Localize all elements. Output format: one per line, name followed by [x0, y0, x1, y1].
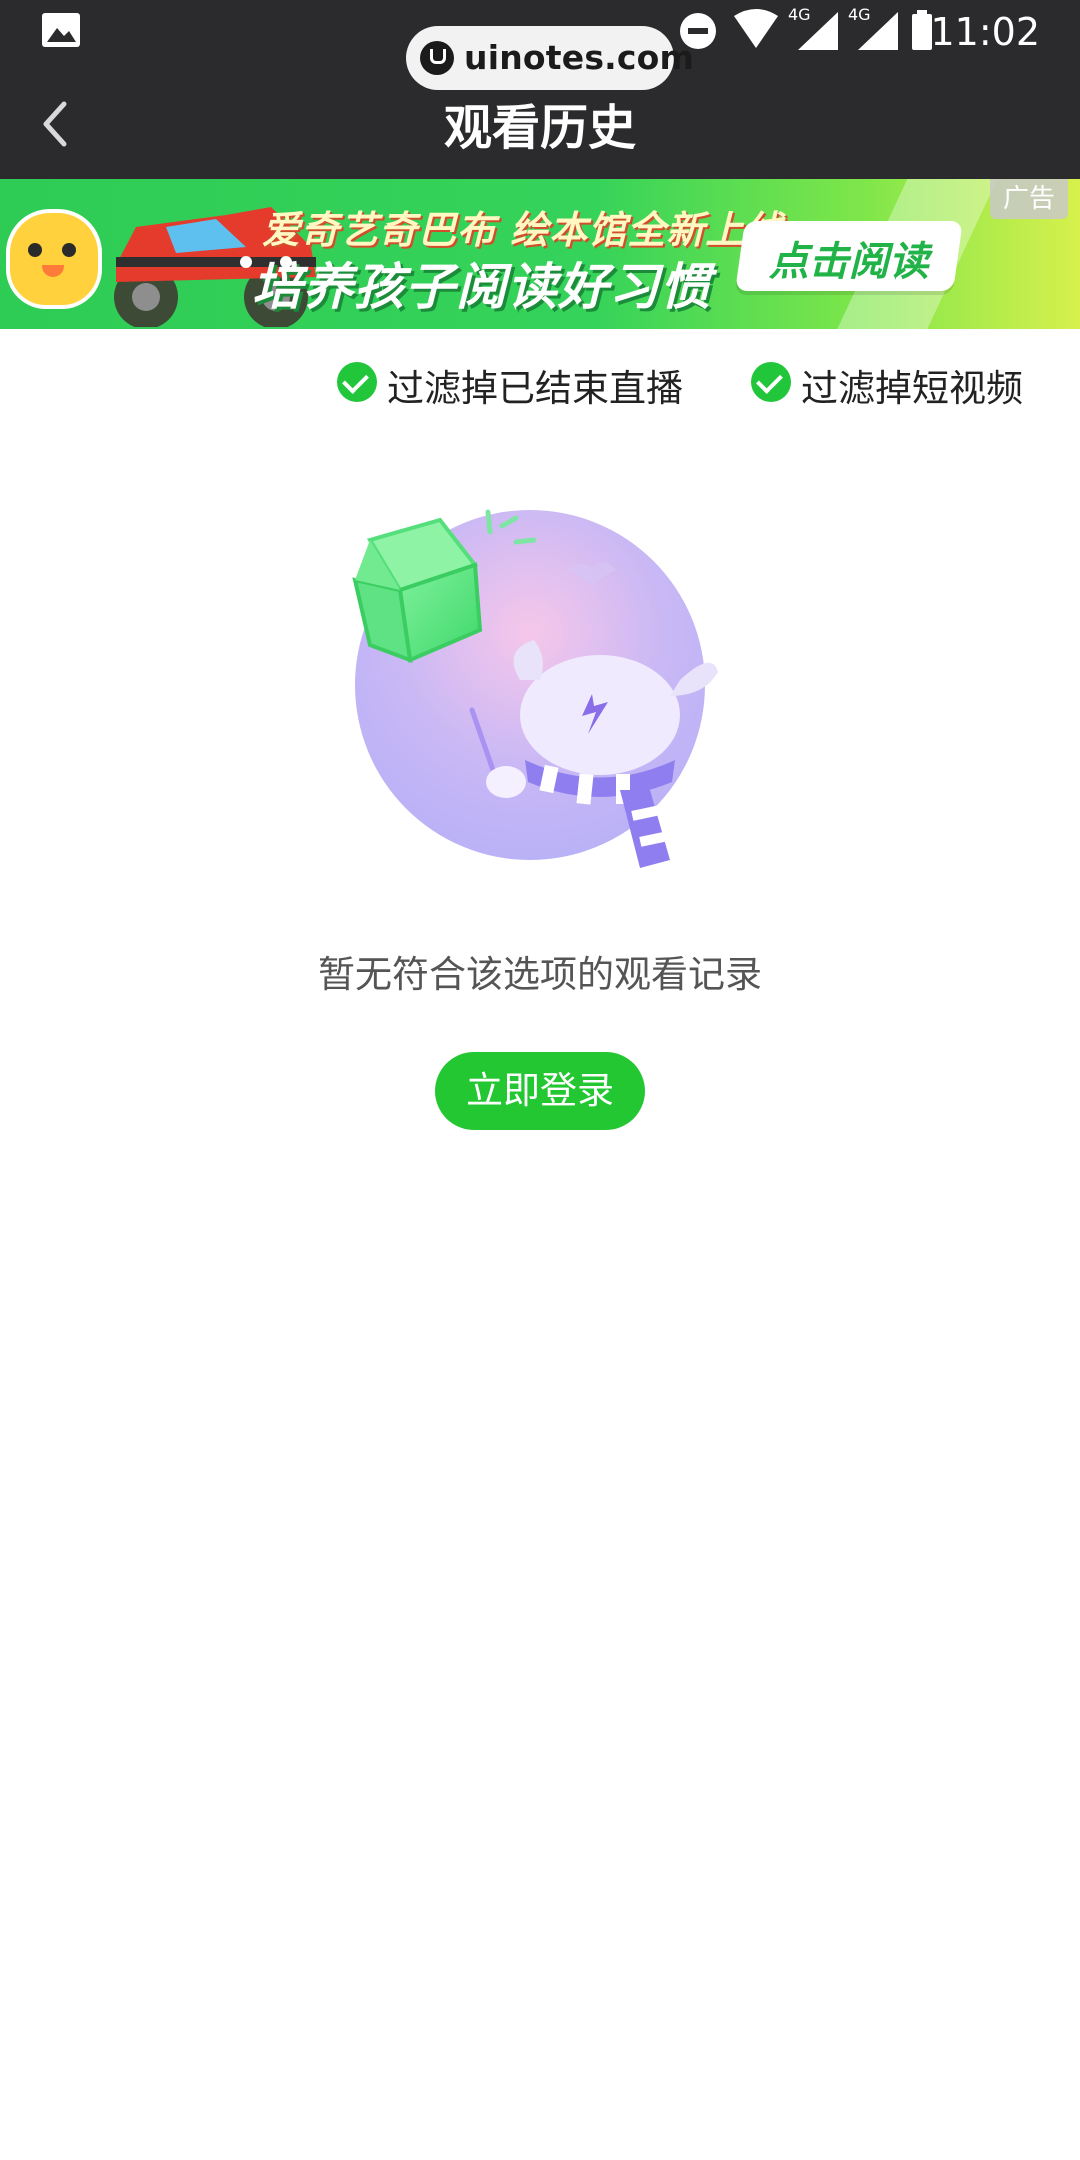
- nav-bar: 观看历史: [0, 64, 1080, 179]
- filter-ended-live-checkbox[interactable]: 过滤掉已结束直播: [337, 350, 697, 414]
- top-bar: uinotes.com 4G 4G 11:02 观看历史: [0, 0, 1080, 179]
- empty-state-illustration: [352, 509, 718, 868]
- network-label: 4G: [848, 5, 871, 24]
- status-icons: 4G 4G: [680, 5, 932, 50]
- check-circle-icon: [751, 362, 791, 402]
- ad-cta-button[interactable]: 点击阅读: [735, 221, 963, 291]
- wifi-icon: [734, 9, 778, 48]
- status-bar: uinotes.com 4G 4G 11:02: [0, 0, 1080, 90]
- ad-subheadline: 培养孩子阅读好习惯: [252, 258, 711, 316]
- ad-tag-badge: 广告: [990, 179, 1068, 219]
- check-circle-icon: [337, 362, 377, 402]
- watch-history-page: uinotes.com 4G 4G 11:02 观看历史 爱奇艺奇巴布 绘本馆全…: [0, 0, 1080, 2160]
- empty-state-message: 暂无符合该选项的观看记录: [318, 953, 762, 996]
- network-label: 4G: [788, 5, 811, 24]
- mascot-icon: [6, 209, 102, 309]
- image-icon: [42, 13, 80, 47]
- battery-icon: [912, 10, 932, 50]
- ad-headline: 爱奇艺奇巴布 绘本馆全新上线: [262, 208, 784, 252]
- filter-short-video-checkbox[interactable]: 过滤掉短视频: [751, 350, 1041, 414]
- ad-banner[interactable]: 爱奇艺奇巴布 绘本馆全新上线 培养孩子阅读好习惯 点击阅读 广告: [0, 179, 1080, 329]
- page-title: 观看历史: [443, 100, 636, 156]
- ad-cta-label: 点击阅读: [768, 239, 929, 285]
- filter-label: 过滤掉已结束直播: [387, 367, 683, 410]
- filter-label: 过滤掉短视频: [801, 367, 1023, 410]
- status-time: 11:02: [930, 10, 1040, 54]
- filter-row: 过滤掉已结束直播 过滤掉短视频: [0, 350, 1080, 414]
- dnd-icon: [680, 13, 716, 49]
- login-button[interactable]: 立即登录: [435, 1052, 645, 1130]
